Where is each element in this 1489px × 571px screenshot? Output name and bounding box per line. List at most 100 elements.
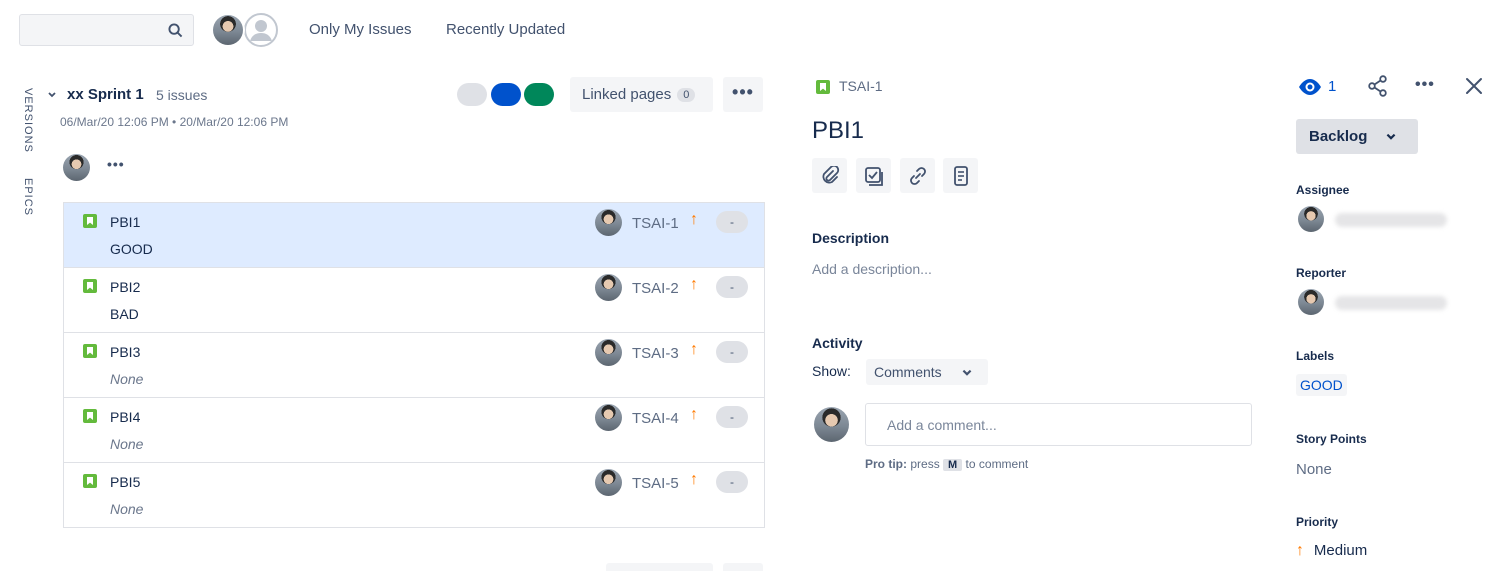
priority-arrow-icon: ↑ [690,406,698,423]
sprint-footer-button[interactable] [606,563,713,571]
story-icon [83,279,97,293]
chevron-down-icon [962,369,972,376]
issue-summary: PBI3 [110,344,141,360]
avatar-filter-user[interactable] [211,13,245,47]
issue-row[interactable]: PBI4 None TSAI-4 ↑ - [64,398,764,463]
estimate-badge: - [716,471,748,493]
issue-epic: None [110,371,144,387]
avatar-placeholder[interactable] [244,13,278,47]
story-icon [83,214,97,228]
chevron-down-icon [1386,133,1396,140]
pro-tip-post: to comment [965,457,1029,471]
status-todo-pill [457,83,487,106]
story-icon [83,344,97,358]
reporter-name[interactable] [1335,296,1447,310]
issue-row[interactable]: PBI1 GOOD TSAI-1 ↑ - [64,203,764,268]
issue-epic: GOOD [110,241,153,257]
estimate-badge: - [716,406,748,428]
linked-pages-count: 0 [677,88,696,102]
sprint-dates: 06/Mar/20 12:06 PM • 20/Mar/20 12:06 PM [60,115,289,129]
pro-tip-key: M [943,459,963,471]
comment-placeholder: Add a comment... [887,417,997,433]
issue-key[interactable]: TSAI-4 [632,410,679,427]
assignee-label: Assignee [1296,183,1350,197]
issue-epic: None [110,436,144,452]
issue-key[interactable]: TSAI-5 [632,475,679,492]
confluence-page-button[interactable] [943,158,978,193]
subtask-button[interactable] [856,158,891,193]
description-field[interactable]: Add a description... [812,261,932,277]
assignee-name[interactable] [1335,213,1447,227]
story-points-value[interactable]: None [1296,461,1332,478]
status-value: Backlog [1309,128,1368,145]
issue-summary: PBI1 [110,214,141,230]
issue-assignee-avatar [595,209,622,236]
close-icon[interactable] [1465,77,1483,95]
issue-summary: PBI2 [110,279,141,295]
attach-button[interactable] [812,158,847,193]
story-icon [83,474,97,488]
chevron-down-icon[interactable] [47,90,57,100]
issue-assignee-avatar [595,339,622,366]
issue-row[interactable]: PBI2 BAD TSAI-2 ↑ - [64,268,764,333]
issue-summary: PBI4 [110,409,141,425]
issue-title[interactable]: PBI1 [812,117,864,145]
story-points-label: Story Points [1296,432,1367,446]
issue-row[interactable]: PBI5 None TSAI-5 ↑ - [64,463,764,527]
description-heading: Description [812,230,890,246]
issue-summary: PBI5 [110,474,141,490]
link-icon [910,167,926,185]
estimate-badge: - [716,276,748,298]
issue-row[interactable]: PBI3 None TSAI-3 ↑ - [64,333,764,398]
pro-tip: Pro tip: press M to comment [865,457,1028,471]
sprint-name: xx Sprint 1 [67,86,144,103]
story-icon [83,409,97,423]
tab-versions[interactable]: VERSIONS [22,88,34,153]
priority-arrow-icon: ↑ [1296,542,1304,559]
issue-epic: None [110,501,144,517]
issue-key[interactable]: TSAI-2 [632,280,679,297]
search-icon [168,23,183,38]
sprint-avatars-more[interactable]: ••• [107,156,125,172]
comment-input[interactable]: Add a comment... [865,403,1252,446]
reporter-avatar[interactable] [1298,289,1324,315]
priority-arrow-icon: ↑ [690,211,698,228]
sprint-footer-more[interactable] [723,563,763,571]
search-input[interactable] [19,14,194,46]
status-dropdown[interactable]: Backlog [1296,119,1418,154]
filter-only-my-issues[interactable]: Only My Issues [309,21,412,38]
story-icon [816,80,830,94]
priority-arrow-icon: ↑ [690,471,698,488]
page-icon [954,166,968,186]
more-icon[interactable]: ••• [1415,76,1435,94]
assignee-avatar[interactable] [1298,206,1324,232]
watch-button[interactable]: 1 [1298,76,1340,98]
estimate-badge: - [716,211,748,233]
linked-pages-button[interactable]: Linked pages 0 [570,77,713,112]
checklist-icon [865,167,883,186]
priority-arrow-icon: ↑ [690,341,698,358]
label-chip[interactable]: GOOD [1296,374,1347,396]
sprint-issue-count: 5 issues [156,87,208,103]
show-label: Show: [812,363,851,379]
sprint-assignee-avatar[interactable] [63,154,90,181]
filter-recently-updated[interactable]: Recently Updated [446,21,565,38]
activity-filter-dropdown[interactable]: Comments [866,359,988,385]
estimate-badge: - [716,341,748,363]
share-icon[interactable] [1367,75,1389,97]
issue-key[interactable]: TSAI-1 [632,215,679,232]
issue-assignee-avatar [595,274,622,301]
status-done-pill [524,83,554,106]
eye-icon [1299,79,1321,95]
issue-assignee-avatar [595,404,622,431]
priority-value: Medium [1313,542,1368,559]
pro-tip-label: Pro tip: [865,457,907,471]
link-issue-button[interactable] [900,158,935,193]
priority-arrow-icon: ↑ [690,276,698,293]
issue-key-link[interactable]: TSAI-1 [839,78,883,94]
activity-heading: Activity [812,335,863,351]
issue-key[interactable]: TSAI-3 [632,345,679,362]
tab-epics[interactable]: EPICS [22,178,34,216]
sprint-more-button[interactable]: ••• [723,77,763,112]
priority-field[interactable]: ↑ Medium [1296,542,1367,560]
